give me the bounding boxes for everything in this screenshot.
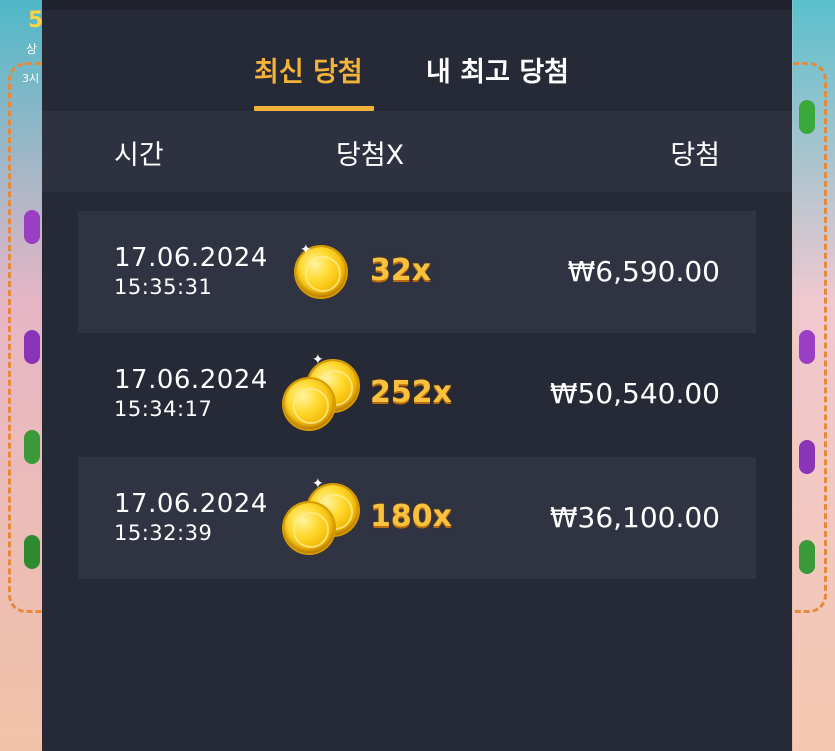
game-background-right [793,0,835,751]
win-date: 17.06.2024 [114,365,268,395]
gem-icon [24,535,40,569]
gem-icon [24,430,40,464]
table-row[interactable]: 17.06.2024 15:34:17 ✦ 252x ₩50,540.00 [78,333,756,455]
win-time: 15:32:39 [114,521,213,545]
column-header-win: 당첨 [670,140,720,171]
gem-icon [799,100,815,134]
table-header: 시간 당첨X 당첨 [42,111,792,192]
column-header-multiplier: 당첨X [336,140,405,171]
game-label-2: 3시 [22,72,40,85]
win-multiplier: 252x [370,375,452,410]
gem-icon [799,330,815,364]
gem-icon [799,540,815,574]
table-row[interactable]: 17.06.2024 15:35:31 ✦ 32x ₩6,590.00 [78,211,756,333]
table-row[interactable]: 17.06.2024 15:32:39 ✦ 180x ₩36,100.00 [78,457,756,579]
win-time: 15:35:31 [114,275,213,299]
gem-icon [24,330,40,364]
panel-top-bar [42,0,792,10]
game-label: 상 [26,42,38,56]
win-multiplier: 180x [370,499,452,534]
win-amount: ₩36,100.00 [549,501,720,534]
win-multiplier: 32x [370,253,432,288]
wins-panel: 최신 당첨 내 최고 당첨 시간 당첨X 당첨 17.06.2024 15:35… [42,0,792,751]
gem-icon [799,440,815,474]
win-date: 17.06.2024 [114,243,268,273]
win-amount: ₩50,540.00 [549,377,720,410]
tab-latest-wins[interactable]: 최신 당첨 [254,50,363,89]
win-time: 15:34:17 [114,397,213,421]
gem-icon [24,210,40,244]
tab-my-best-wins[interactable]: 내 최고 당첨 [426,50,569,89]
game-background-left [0,0,42,751]
win-amount: ₩6,590.00 [567,255,720,288]
column-header-time: 시간 [114,140,164,171]
tab-bar: 최신 당첨 내 최고 당첨 [42,10,792,111]
win-date: 17.06.2024 [114,489,268,519]
